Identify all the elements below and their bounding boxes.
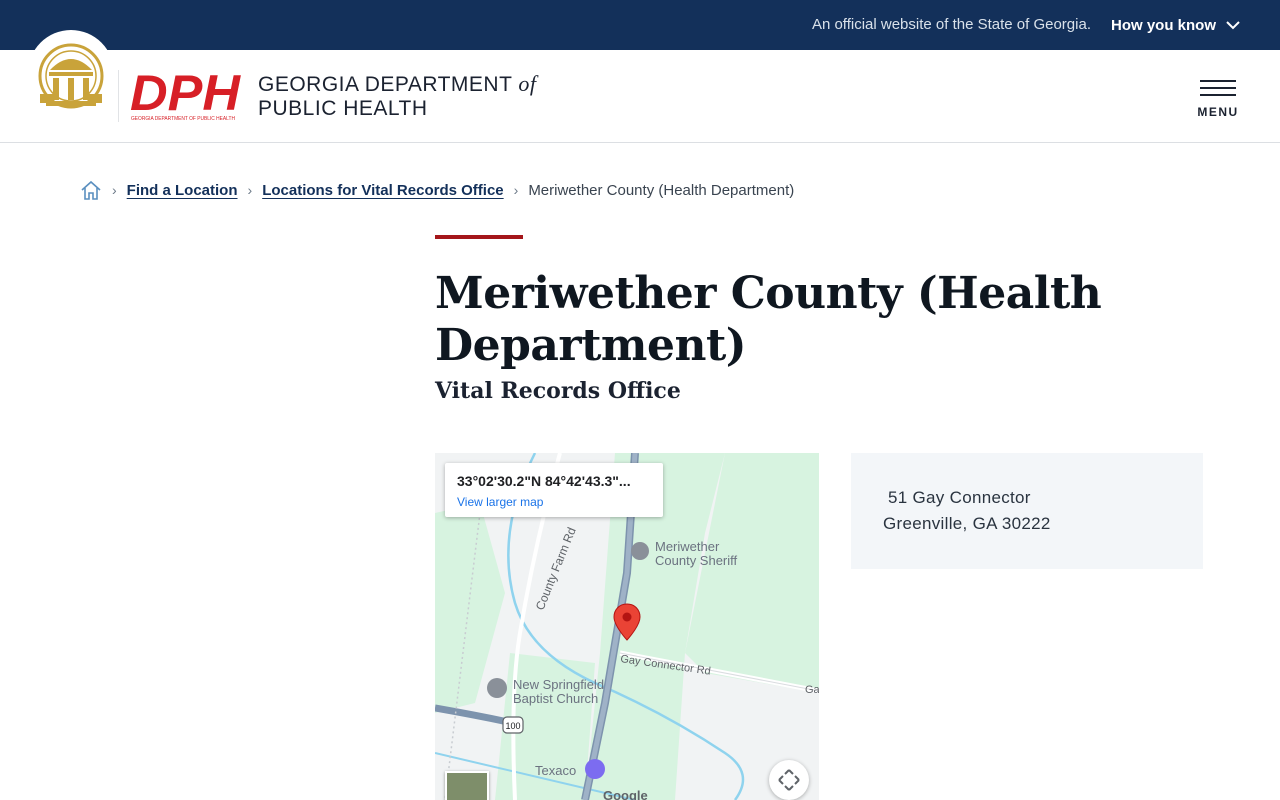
- title-accent-bar: [435, 235, 523, 239]
- dept-name-of: of: [518, 71, 537, 96]
- how-you-know-label: How you know: [1111, 16, 1216, 34]
- department-name[interactable]: GEORGIA DEPARTMENT of PUBLIC HEALTH: [258, 72, 537, 121]
- chevron-down-icon: [1226, 21, 1240, 30]
- menu-label: MENU: [1197, 105, 1239, 119]
- address-line2: Greenville, GA 30222: [883, 514, 1051, 533]
- state-seal-link[interactable]: [28, 30, 114, 116]
- map-coordinates: 33°02'30.2"N 84°42'43.3"...: [457, 473, 631, 489]
- logo-divider: [118, 70, 119, 122]
- chevron-right-icon: ›: [247, 182, 253, 198]
- map-label-gay-edge: Ga: [805, 684, 819, 696]
- home-icon[interactable]: [80, 179, 102, 201]
- address-line1: 51 Gay Connector: [888, 488, 1031, 507]
- map-label-route: 100: [505, 721, 520, 731]
- fullscreen-icon: [778, 769, 800, 791]
- map-label-texaco: Texaco: [535, 763, 576, 778]
- page-title: Meriwether County (Health Department): [435, 268, 1102, 371]
- address-card: 51 Gay Connector Greenville, GA 30222: [851, 453, 1203, 569]
- map-info-card: 33°02'30.2"N 84°42'43.3"... View larger …: [445, 463, 663, 517]
- official-site-text: An official website of the State of Geor…: [811, 16, 1091, 33]
- dph-logo-subtext: GEORGIA DEPARTMENT OF PUBLIC HEALTH: [131, 116, 235, 122]
- official-banner: An official website of the State of Geor…: [0, 0, 1280, 50]
- breadcrumb-vital-records-locations[interactable]: Locations for Vital Records Office: [262, 182, 503, 199]
- map-label-church-1: New Springfield: [513, 677, 604, 692]
- map-label-google: Google: [603, 788, 648, 800]
- dph-logo-mark: DPH: [130, 68, 241, 121]
- page-subtitle: Vital Records Office: [435, 378, 681, 404]
- chevron-right-icon: ›: [112, 182, 117, 198]
- map-pin-icon[interactable]: [613, 603, 641, 641]
- map-label-sheriff-1: Meriwether: [655, 539, 720, 554]
- fullscreen-button[interactable]: [769, 760, 809, 800]
- dept-name-line1: GEORGIA DEPARTMENT: [258, 73, 513, 96]
- chevron-right-icon: ›: [513, 182, 519, 198]
- site-header: DPH GEORGIA DEPARTMENT OF PUBLIC HEALTH …: [0, 30, 1280, 143]
- map-label-sheriff-2: County Sheriff: [655, 553, 738, 568]
- satellite-toggle[interactable]: [445, 771, 489, 800]
- dept-name-line2: PUBLIC HEALTH: [258, 97, 428, 120]
- location-map[interactable]: County Farm Rd Meriwether County Sheriff…: [435, 453, 819, 800]
- breadcrumb-find-location[interactable]: Find a Location: [127, 182, 238, 199]
- view-larger-map-link[interactable]: View larger map: [457, 495, 543, 509]
- georgia-seal-icon: [38, 43, 104, 109]
- how-you-know-button[interactable]: How you know: [1111, 14, 1240, 36]
- breadcrumb-current: Meriwether County (Health Department): [528, 181, 795, 199]
- map-label-church-2: Baptist Church: [513, 691, 598, 706]
- menu-button[interactable]: MENU: [1196, 80, 1240, 120]
- dph-logo[interactable]: DPH GEORGIA DEPARTMENT OF PUBLIC HEALTH: [130, 68, 242, 122]
- breadcrumb: › Find a Location › Locations for Vital …: [80, 178, 794, 202]
